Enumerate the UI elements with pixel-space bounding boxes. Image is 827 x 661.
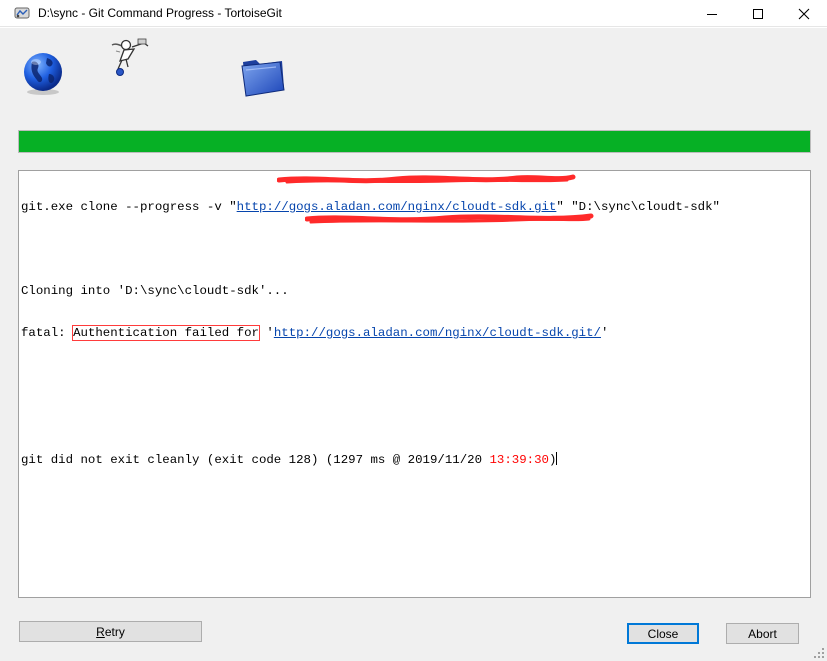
title-bar[interactable]: D:\sync - Git Command Progress - Tortois… <box>0 0 827 27</box>
log-exit-time: 13:39:30 <box>489 453 549 467</box>
flying-figure-icon <box>111 38 149 76</box>
maximize-icon <box>753 8 763 19</box>
close-button[interactable]: Close <box>627 623 699 644</box>
log-fatal-prefix: fatal: <box>21 326 74 340</box>
maximize-button[interactable] <box>735 0 781 27</box>
retry-mnemonic: R <box>96 624 105 639</box>
globe-icon <box>24 53 62 95</box>
dialog-client-area: git.exe clone --progress -v "http://gogs… <box>0 28 827 661</box>
log-line-blank <box>21 368 720 382</box>
log-fatal-suffix: ' <box>601 326 609 340</box>
close-label: Close <box>647 626 679 641</box>
folder-icon <box>241 60 285 97</box>
close-icon <box>798 8 810 19</box>
tortoisegit-app-icon <box>14 7 30 19</box>
resize-grip-icon[interactable] <box>813 647 825 659</box>
log-command-url[interactable]: http://gogs.aladan.com/nginx/cloudt-sdk.… <box>237 200 557 214</box>
text-caret <box>556 452 558 465</box>
log-fatal-mid: ' <box>258 326 274 340</box>
progress-bar <box>18 130 811 153</box>
log-command-prefix: git.exe clone --progress -v " <box>21 200 237 214</box>
log-cloning-text: Cloning into 'D:\sync\cloudt-sdk'... <box>21 284 289 298</box>
retry-label: etry <box>104 624 125 639</box>
log-exit-suffix: ) <box>548 453 557 467</box>
window-title: D:\sync - Git Command Progress - Tortois… <box>38 6 282 20</box>
auth-failed-highlight: Authentication failed for <box>72 325 260 341</box>
log-line-exit: git did not exit cleanly (exit code 128)… <box>21 452 720 467</box>
retry-button[interactable]: Retry <box>19 621 202 642</box>
minimize-icon <box>707 13 717 15</box>
log-fatal-url[interactable]: http://gogs.aladan.com/nginx/cloudt-sdk.… <box>274 326 601 340</box>
minimize-button[interactable] <box>689 0 735 27</box>
log-output-box[interactable]: git.exe clone --progress -v "http://gogs… <box>18 170 811 598</box>
log-line-fatal: fatal: Authentication failed for 'http:/… <box>21 325 720 341</box>
abort-label: Abort <box>748 626 777 641</box>
log-command-suffix: " "D:\sync\cloudt-sdk" <box>556 200 720 214</box>
close-window-button[interactable] <box>781 0 827 27</box>
log-line-command: git.exe clone --progress -v "http://gogs… <box>21 200 720 214</box>
log-text[interactable]: git.exe clone --progress -v "http://gogs… <box>21 172 720 494</box>
log-line-cloning: Cloning into 'D:\sync\cloudt-sdk'... <box>21 284 720 298</box>
log-line-blank <box>21 242 720 256</box>
progress-fill <box>19 131 810 152</box>
log-line-blank <box>21 410 720 424</box>
log-exit-prefix: git did not exit cleanly (exit code 128)… <box>21 453 490 467</box>
abort-button[interactable]: Abort <box>726 623 799 644</box>
